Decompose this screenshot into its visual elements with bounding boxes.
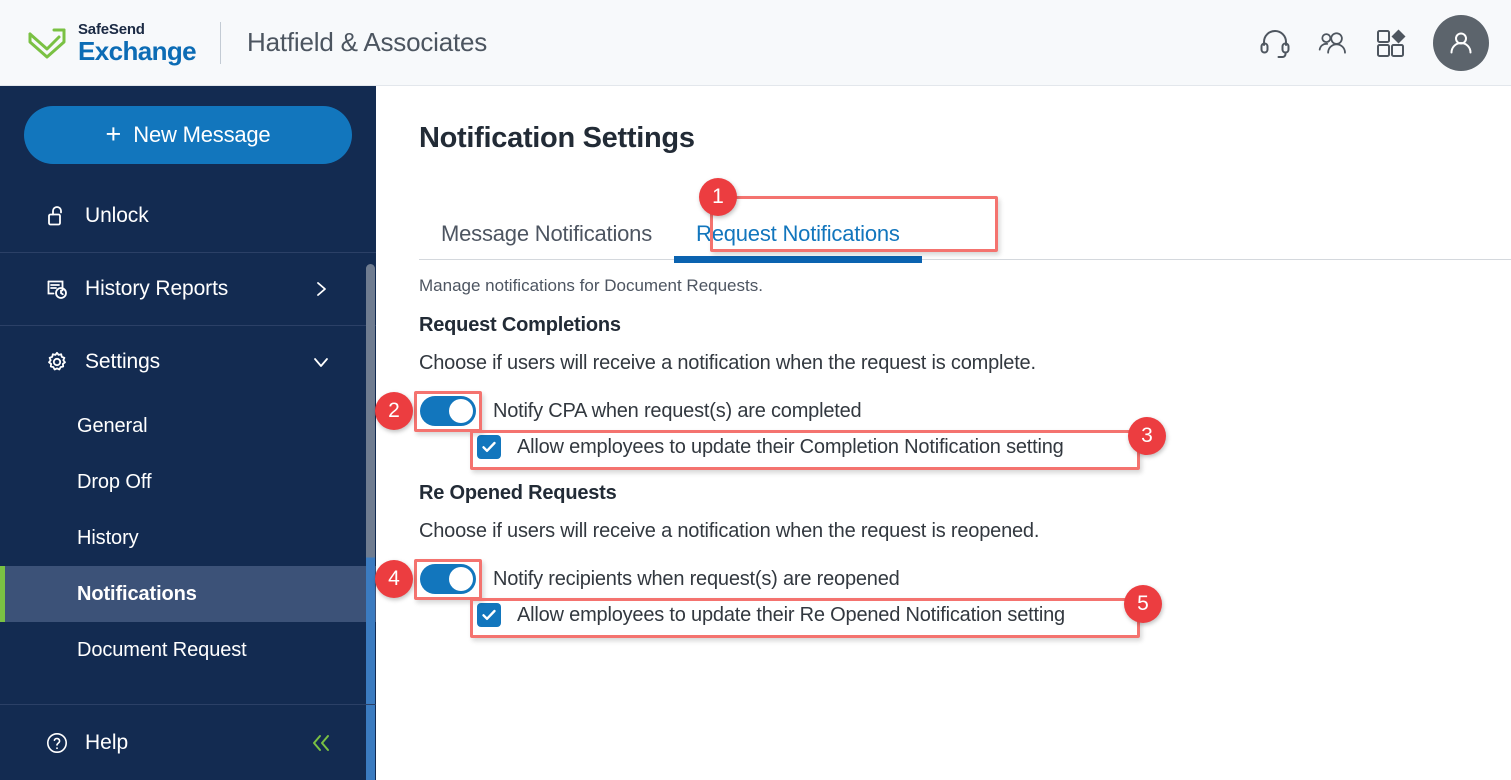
- page-title: Notification Settings: [419, 122, 695, 154]
- toggle-knob: [449, 567, 473, 591]
- apps-grid-icon[interactable]: [1375, 27, 1407, 59]
- brand-logo[interactable]: SafeSend Exchange: [0, 20, 197, 66]
- header-divider: [220, 21, 222, 64]
- sidebar-item-settings-label: Settings: [85, 350, 161, 373]
- sidebar-footer: Help: [0, 704, 376, 780]
- section-heading-request-completions: Request Completions: [419, 314, 621, 336]
- reopened-checkbox-row: Allow employees to update their Re Opene…: [477, 603, 1065, 627]
- sidebar-navigation: + New Message Unlock History Reports Set…: [0, 86, 376, 780]
- reopened-toggle-label: Notify recipients when request(s) are re…: [493, 567, 900, 590]
- completion-toggle[interactable]: [420, 396, 476, 426]
- reopened-toggle-row: Notify recipients when request(s) are re…: [420, 564, 900, 594]
- sidebar-item-document-request-label: Document Request: [77, 638, 247, 661]
- tab-request-notifications[interactable]: Request Notifications: [674, 221, 922, 263]
- header-actions: [1259, 0, 1489, 86]
- user-avatar-icon: [1450, 32, 1472, 54]
- sidebar-item-history-label: History: [77, 526, 139, 549]
- tab-message-notifications[interactable]: Message Notifications: [419, 221, 674, 259]
- completion-toggle-row: Notify CPA when request(s) are completed: [420, 396, 862, 426]
- sidebar-item-unlock[interactable]: Unlock: [0, 180, 376, 252]
- history-report-icon: [47, 280, 67, 299]
- section-description-re-opened-requests: Choose if users will receive a notificat…: [419, 520, 1040, 542]
- completion-checkbox-row: Allow employees to update their Completi…: [477, 435, 1064, 459]
- completion-checkbox[interactable]: [477, 435, 501, 459]
- new-message-button[interactable]: + New Message: [24, 106, 352, 164]
- application-window: SafeSend Exchange Hatfield & Associates: [0, 0, 1511, 780]
- reopened-checkbox-label: Allow employees to update their Re Opene…: [517, 603, 1065, 626]
- sidebar-item-document-request[interactable]: Document Request: [0, 622, 376, 678]
- sidebar-item-history-reports-label: History Reports: [85, 277, 229, 300]
- chevron-down-icon: [314, 358, 328, 367]
- tab-subtitle: Manage notifications for Document Reques…: [419, 276, 763, 295]
- sidebar-item-general[interactable]: General: [0, 398, 376, 454]
- toggle-knob: [449, 399, 473, 423]
- section-description-request-completions: Choose if users will receive a notificat…: [419, 352, 1036, 374]
- sidebar-item-unlock-label: Unlock: [85, 204, 149, 227]
- double-chevron-left-icon[interactable]: [308, 730, 334, 756]
- tab-bar: Message Notifications Request Notificati…: [419, 204, 1511, 263]
- check-icon: [482, 609, 496, 620]
- safesend-envelope-icon: [28, 28, 66, 58]
- people-users-icon[interactable]: [1317, 27, 1349, 59]
- main-content: Notification Settings Message Notificati…: [376, 86, 1511, 780]
- sidebar-item-drop-off-label: Drop Off: [77, 470, 152, 493]
- question-circle-icon[interactable]: [45, 731, 69, 755]
- organization-name: Hatfield & Associates: [247, 27, 488, 57]
- sidebar-item-history-reports[interactable]: History Reports: [0, 253, 376, 325]
- sidebar-item-notifications-label: Notifications: [77, 582, 197, 605]
- app-header: SafeSend Exchange Hatfield & Associates: [0, 0, 1511, 86]
- sidebar-item-settings[interactable]: Settings: [0, 326, 376, 398]
- sidebar-item-drop-off[interactable]: Drop Off: [0, 454, 376, 510]
- logo-text-safesend: SafeSend: [78, 20, 145, 38]
- reopened-toggle[interactable]: [420, 564, 476, 594]
- gear-icon: [48, 351, 66, 371]
- headset-support-icon[interactable]: [1259, 27, 1291, 59]
- completion-checkbox-label: Allow employees to update their Completi…: [517, 435, 1064, 458]
- new-message-label: New Message: [133, 122, 271, 147]
- sidebar-item-general-label: General: [77, 414, 148, 437]
- unlock-padlock-icon: [48, 206, 62, 226]
- sidebar-item-notifications[interactable]: Notifications: [0, 566, 376, 622]
- chevron-right-icon: [317, 282, 326, 296]
- plus-icon: +: [105, 118, 122, 149]
- reopened-checkbox[interactable]: [477, 603, 501, 627]
- sidebar-scrollbar[interactable]: [366, 264, 375, 780]
- avatar[interactable]: [1433, 15, 1489, 71]
- help-label[interactable]: Help: [85, 731, 128, 755]
- completion-toggle-label: Notify CPA when request(s) are completed: [493, 399, 862, 422]
- section-heading-re-opened-requests: Re Opened Requests: [419, 482, 617, 504]
- sidebar-item-history[interactable]: History: [0, 510, 376, 566]
- logo-text-exchange: Exchange: [78, 35, 197, 66]
- check-icon: [482, 441, 496, 452]
